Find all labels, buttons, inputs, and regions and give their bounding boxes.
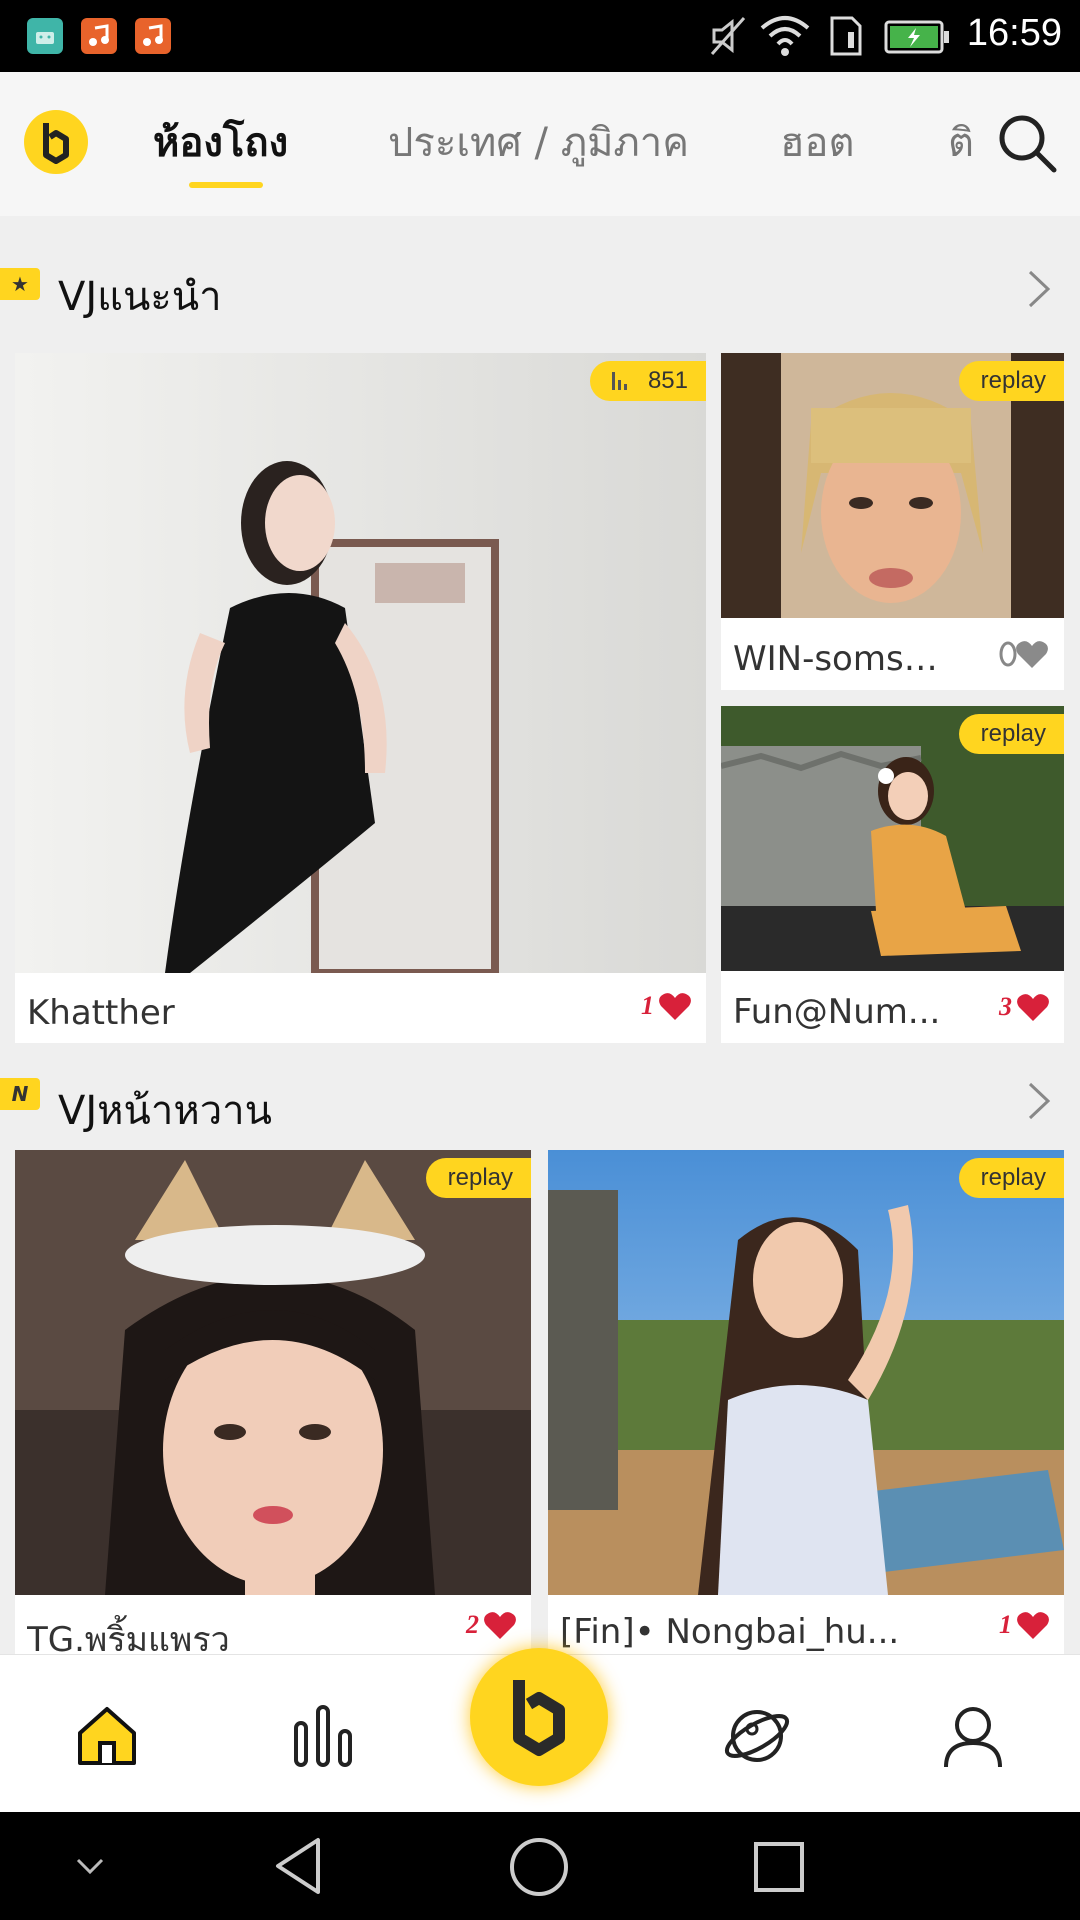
replay-badge: replay [958,361,1064,401]
vj-card[interactable]: replay Fun@Num... 3 [721,706,1064,1043]
search-button[interactable] [996,112,1060,176]
live-center-icon [513,1680,565,1756]
tab-hall[interactable]: ห้องโถง [153,110,288,174]
tab-hot[interactable]: ฮอต [780,110,854,174]
likes-count: 1 [999,1610,1012,1639]
vj-card[interactable]: replay [Fin]• Nongbai_hu... 1 [548,1150,1064,1654]
vj-name: [Fin]• Nongbai_hu... [560,1612,900,1652]
heart-icon [1017,1612,1049,1639]
vj-name: Khatther [27,993,175,1033]
section-title: VJหน้าหวาน [58,1088,272,1134]
section-header-recommended[interactable]: ★ VJแนะนำ [0,244,1080,334]
home-circle-icon[interactable] [508,1836,570,1898]
profile-icon[interactable] [938,1701,1008,1771]
chevron-down-icon[interactable] [72,1848,108,1884]
clock: 16:59 [966,12,1062,54]
vj-name: Fun@Num... [733,992,941,1032]
vj-photo [15,1150,531,1595]
heart-icon [484,1612,516,1639]
likes-count: 3 [999,992,1012,1021]
heart-icon [1017,994,1049,1021]
back-icon[interactable] [270,1834,330,1898]
likes-count: 1 [641,991,654,1020]
search-icon [999,115,1057,173]
replay-badge: replay [425,1158,531,1198]
chevron-right-icon[interactable] [1018,1076,1058,1126]
live-center-button[interactable] [470,1648,608,1786]
system-navigation-bar [0,1812,1080,1920]
vj-name: WIN-somso... [733,639,953,679]
new-badge-icon: N [0,1078,40,1110]
vj-photo [548,1150,1064,1595]
mute-icon [710,17,746,55]
likes-count: 2 [466,1610,479,1639]
chevron-right-icon[interactable] [1018,264,1058,314]
sim-icon [830,16,862,56]
recent-apps-icon[interactable] [750,1838,808,1896]
music-app-icon [81,18,117,54]
ranking-icon[interactable] [288,1701,358,1771]
music-app-icon [135,18,171,54]
top-navigation: ห้องโถง ประเทศ / ภูมิภาค ฮอต ติ [0,72,1080,216]
vj-name: TG.พริ้มแพรว [27,1620,230,1654]
section-title: VJแนะนำ [58,274,222,320]
tab-truncated[interactable]: ติ [948,110,980,170]
signal-bars-icon [611,372,627,390]
vj-card[interactable]: 851 Khatther 1 [15,353,706,1043]
active-tab-indicator [189,182,263,188]
vj-photo [15,353,706,973]
heart-empty-icon [999,641,1048,668]
star-icon: ★ [0,268,40,300]
replay-badge: replay [958,714,1064,754]
section-header-sweet-face[interactable]: N VJหน้าหวาน [0,1058,1080,1148]
replay-badge: replay [958,1158,1064,1198]
heart-icon [659,993,691,1020]
vj-card[interactable]: replay TG.พริ้มแพรว 2 [15,1150,531,1654]
likes: 2 [466,1610,517,1640]
live-viewers-badge: 851 [589,361,706,401]
likes: 3 [999,992,1050,1022]
wifi-icon [760,16,810,56]
likes: 1 [641,991,692,1021]
vj-card[interactable]: replay WIN-somso... [721,353,1064,690]
app-logo-icon[interactable] [24,110,88,174]
status-bar: 16:59 [0,0,1080,72]
tab-country-region[interactable]: ประเทศ / ภูมิภาค [388,110,689,174]
likes: 1 [999,1610,1050,1640]
viewer-count: 851 [647,367,688,394]
android-app-icon [27,18,63,54]
home-icon[interactable] [72,1701,142,1771]
planet-icon[interactable] [722,1701,792,1771]
battery-icon [884,20,949,54]
likes [994,639,1050,669]
